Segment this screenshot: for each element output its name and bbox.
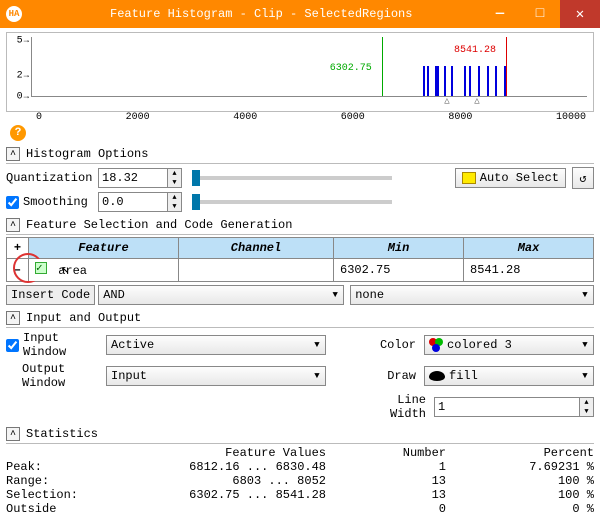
x-axis: 0200040006000800010000 bbox=[6, 112, 594, 123]
insert-code-label: Insert Code bbox=[6, 285, 95, 305]
line-width-input[interactable] bbox=[434, 397, 580, 417]
chevron-down-icon[interactable]: ▼ bbox=[577, 336, 593, 354]
quantization-spinbox[interactable]: ▲▼ bbox=[98, 168, 182, 188]
smoothing-checkbox-label[interactable]: Smoothing bbox=[6, 195, 98, 209]
section-title: Input and Output bbox=[26, 311, 141, 325]
input-window-checkbox[interactable] bbox=[6, 339, 19, 352]
col-max: Max bbox=[464, 238, 594, 259]
chevron-down-icon[interactable]: ▼ bbox=[309, 367, 325, 385]
spin-down-icon[interactable]: ▼ bbox=[168, 178, 181, 187]
section-title: Statistics bbox=[26, 427, 98, 441]
chevron-down-icon[interactable]: ▼ bbox=[577, 286, 593, 304]
y-tick: 5 bbox=[17, 35, 29, 46]
chevron-down-icon[interactable]: ▼ bbox=[577, 367, 593, 385]
section-title: Histogram Options bbox=[26, 147, 148, 161]
quantization-label: Quantization bbox=[6, 171, 98, 185]
target-combo[interactable]: none▼ bbox=[350, 285, 594, 305]
quantization-input[interactable] bbox=[98, 168, 168, 188]
title-bar: HA Feature Histogram - Clip - SelectedRe… bbox=[0, 0, 600, 28]
stats-row: Outside00 % bbox=[6, 502, 594, 516]
smoothing-spinbox[interactable]: ▲▼ bbox=[98, 192, 182, 212]
close-button[interactable]: ✕ bbox=[560, 0, 600, 28]
spin-up-icon[interactable]: ▲ bbox=[580, 398, 593, 407]
histogram-chart[interactable]: 5 2 0 6302.758541.28△△ bbox=[6, 32, 594, 112]
smoothing-input[interactable] bbox=[98, 192, 168, 212]
app-icon: HA bbox=[6, 6, 22, 22]
table-header-row: + Feature Channel Min Max bbox=[7, 238, 594, 259]
spin-down-icon[interactable]: ▼ bbox=[168, 202, 181, 211]
add-row-button[interactable]: + bbox=[7, 238, 29, 259]
input-window-combo[interactable]: Active▼ bbox=[106, 335, 326, 355]
spin-up-icon[interactable]: ▲ bbox=[168, 193, 181, 202]
chevron-down-icon[interactable]: ▼ bbox=[327, 286, 343, 304]
remove-row-button[interactable]: – bbox=[7, 259, 29, 282]
y-tick: 2 bbox=[17, 70, 29, 81]
spin-up-icon[interactable]: ▲ bbox=[168, 169, 181, 178]
draw-combo[interactable]: fill ▼ bbox=[424, 366, 594, 386]
min-cell[interactable]: 6302.75 bbox=[334, 259, 464, 282]
feature-cell[interactable]: area ↖ bbox=[29, 259, 179, 282]
op-combo[interactable]: AND▼ bbox=[98, 285, 344, 305]
color-swatch-icon bbox=[429, 338, 443, 352]
collapse-feature-selection[interactable]: ˄ bbox=[6, 218, 20, 232]
collapse-histogram-options[interactable]: ˄ bbox=[6, 147, 20, 161]
output-window-combo[interactable]: Input▼ bbox=[106, 366, 326, 386]
color-label: Color bbox=[356, 338, 416, 352]
col-channel: Channel bbox=[179, 238, 334, 259]
input-window-checkbox-label[interactable]: Input Window bbox=[6, 331, 106, 359]
table-row[interactable]: – area ↖ 6302.75 8541.28 bbox=[7, 259, 594, 282]
help-icon[interactable]: ? bbox=[10, 125, 26, 141]
max-cell[interactable]: 8541.28 bbox=[464, 259, 594, 282]
quantization-slider[interactable] bbox=[192, 176, 392, 180]
col-feature: Feature bbox=[29, 238, 179, 259]
collapse-statistics[interactable]: ˄ bbox=[6, 427, 20, 441]
smoothing-slider[interactable] bbox=[192, 200, 392, 204]
draw-label: Draw bbox=[356, 369, 416, 383]
stats-row: Range:6803 ... 805213100 % bbox=[6, 474, 594, 488]
row-enable-checkbox[interactable] bbox=[35, 262, 47, 274]
auto-select-icon bbox=[462, 172, 476, 184]
minimize-button[interactable]: ― bbox=[480, 0, 520, 28]
spin-down-icon[interactable]: ▼ bbox=[580, 407, 593, 416]
line-width-spinbox[interactable]: ▲▼ bbox=[434, 397, 594, 417]
fill-icon bbox=[429, 371, 445, 381]
stats-header: Feature Values Number Percent bbox=[6, 446, 594, 460]
collapse-io[interactable]: ˄ bbox=[6, 311, 20, 325]
section-title: Feature Selection and Code Generation bbox=[26, 218, 292, 232]
maximize-button[interactable]: □ bbox=[520, 0, 560, 28]
col-min: Min bbox=[334, 238, 464, 259]
smoothing-checkbox[interactable] bbox=[6, 196, 19, 209]
auto-select-button[interactable]: Auto Select bbox=[455, 168, 566, 188]
channel-cell[interactable] bbox=[179, 259, 334, 282]
stats-row: Peak:6812.16 ... 6830.4817.69231 % bbox=[6, 460, 594, 474]
color-combo[interactable]: colored 3 ▼ bbox=[424, 335, 594, 355]
reset-icon-button[interactable]: ↺ bbox=[572, 167, 594, 189]
output-window-label: Output Window bbox=[6, 362, 106, 390]
line-width-label: Line Width bbox=[356, 393, 426, 421]
chevron-down-icon[interactable]: ▼ bbox=[309, 336, 325, 354]
feature-table: + Feature Channel Min Max – area ↖ 6302.… bbox=[6, 237, 594, 282]
y-tick: 0 bbox=[17, 91, 29, 102]
stats-row: Selection:6302.75 ... 8541.2813100 % bbox=[6, 488, 594, 502]
window-title: Feature Histogram - Clip - SelectedRegio… bbox=[30, 7, 480, 21]
